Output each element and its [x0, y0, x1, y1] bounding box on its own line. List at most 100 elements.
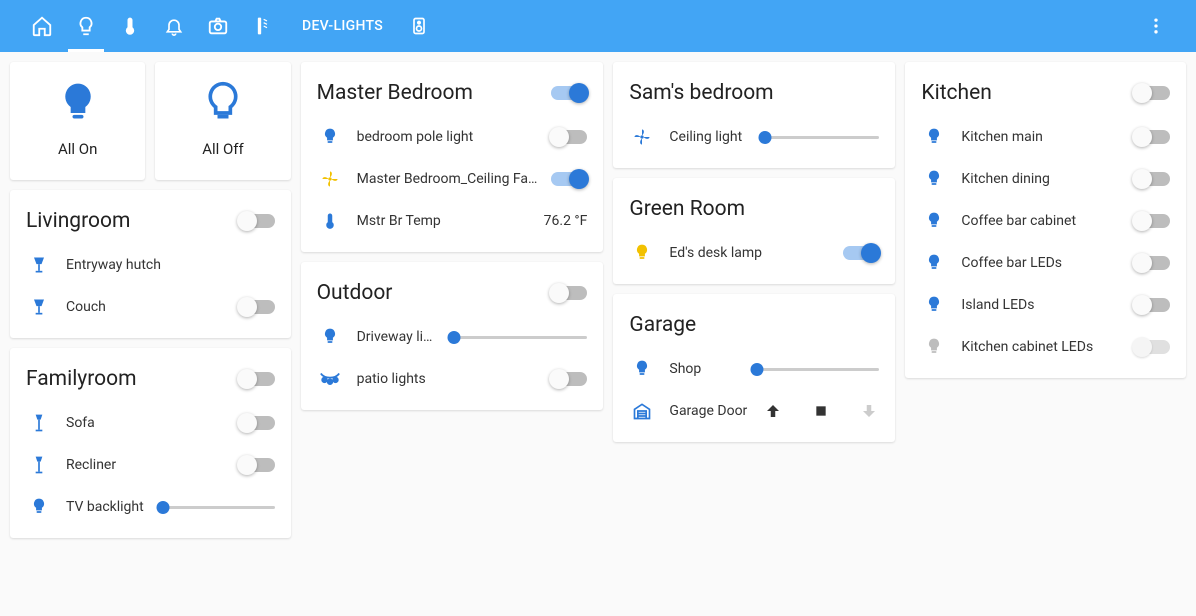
column-4: Kitchen Kitchen main Kitchen dining Coff…: [905, 62, 1186, 538]
entity-toggle[interactable]: [843, 246, 879, 260]
header-tab-label[interactable]: DEV-LIGHTS: [302, 18, 383, 34]
nav-speaker-icon[interactable]: [397, 0, 441, 52]
entity-toggle[interactable]: [239, 416, 275, 430]
cover-stop-button[interactable]: [811, 401, 831, 421]
entity-label: Master Bedroom_Ceiling Fa…: [357, 171, 538, 187]
entity-row: Coffee bar LEDs: [921, 242, 1170, 284]
column-2: Master Bedroom bedroom pole light Master…: [301, 62, 604, 538]
entity-label: TV backlight: [66, 499, 144, 515]
bulb-icon[interactable]: [921, 337, 947, 357]
scene-label: All Off: [202, 140, 244, 158]
group-toggle[interactable]: [1134, 86, 1170, 100]
entity-label: Kitchen main: [961, 129, 1120, 145]
scene-all-off[interactable]: All Off: [155, 62, 290, 180]
entity-row: Sofa: [26, 402, 275, 444]
nav-lights-icon[interactable]: [64, 0, 108, 52]
entity-row: Driveway lig…: [317, 316, 588, 358]
entity-label: Recliner: [66, 457, 225, 473]
entity-row: Shop: [629, 348, 879, 390]
app-header: DEV-LIGHTS: [0, 0, 1196, 52]
entity-toggle[interactable]: [1134, 172, 1170, 186]
brightness-slider[interactable]: [449, 328, 588, 346]
entity-toggle[interactable]: [551, 172, 587, 186]
card-title: Garage: [629, 313, 879, 337]
bulb-icon[interactable]: [629, 243, 655, 263]
bulb-icon[interactable]: [921, 211, 947, 231]
fan-icon[interactable]: [317, 169, 343, 189]
card-kitchen: Kitchen Kitchen main Kitchen dining Coff…: [905, 62, 1186, 378]
bulb-icon[interactable]: [921, 169, 947, 189]
brightness-slider[interactable]: [753, 360, 879, 378]
nav-thermo-icon[interactable]: [108, 0, 152, 52]
column-1: All On All Off Livingroom Entryway hutch…: [10, 62, 291, 538]
entity-toggle[interactable]: [1134, 298, 1170, 312]
nav-home-icon[interactable]: [20, 0, 64, 52]
entity-label: Entryway hutch: [66, 257, 275, 273]
thermometer-icon[interactable]: [317, 212, 343, 230]
bulb-icon[interactable]: [317, 127, 343, 147]
scene-row: All On All Off: [10, 62, 291, 180]
entity-label: Coffee bar LEDs: [961, 255, 1120, 271]
group-toggle[interactable]: [551, 86, 587, 100]
entity-row: Entryway hutch: [26, 244, 275, 286]
entity-row: Kitchen main: [921, 116, 1170, 158]
cover-open-button[interactable]: [763, 401, 783, 421]
entity-row: Couch: [26, 286, 275, 328]
entity-toggle[interactable]: [1134, 256, 1170, 270]
entity-row: patio lights: [317, 358, 588, 400]
entity-label: Driveway lig…: [357, 329, 435, 345]
card-title: Green Room: [629, 197, 879, 221]
nav-camera-icon[interactable]: [196, 0, 240, 52]
bulb-icon[interactable]: [921, 253, 947, 273]
group-toggle[interactable]: [239, 214, 275, 228]
bulb-icon[interactable]: [26, 497, 52, 517]
brightness-slider[interactable]: [158, 498, 275, 516]
group-toggle[interactable]: [551, 286, 587, 300]
floor-lamp-icon[interactable]: [26, 413, 52, 433]
entity-row: TV backlight: [26, 486, 275, 528]
entity-toggle[interactable]: [239, 300, 275, 314]
card-title: Familyroom: [26, 367, 239, 391]
group-toggle[interactable]: [239, 372, 275, 386]
entity-toggle[interactable]: [551, 372, 587, 386]
nav-remote-icon[interactable]: [240, 0, 284, 52]
bulb-icon[interactable]: [629, 359, 655, 379]
overflow-menu-icon[interactable]: [1136, 6, 1176, 46]
fan-icon[interactable]: [629, 127, 655, 147]
entity-toggle[interactable]: [551, 130, 587, 144]
card-livingroom: Livingroom Entryway hutch Couch: [10, 190, 291, 338]
entity-row: Master Bedroom_Ceiling Fa…: [317, 158, 588, 200]
bulb-off-icon: [201, 80, 245, 124]
entity-toggle[interactable]: [1134, 340, 1170, 354]
entity-label: patio lights: [357, 371, 538, 387]
bulb-on-icon: [56, 80, 100, 124]
entity-label: Kitchen cabinet LEDs: [961, 339, 1120, 355]
nav-bell-icon[interactable]: [152, 0, 196, 52]
scene-label: All On: [58, 140, 97, 158]
card-sams-bedroom: Sam's bedroom Ceiling light: [613, 62, 895, 168]
entity-row: Mstr Br Temp 76.2 °F: [317, 200, 588, 242]
scene-all-on[interactable]: All On: [10, 62, 145, 180]
string-lights-icon[interactable]: [317, 369, 343, 389]
bulb-icon[interactable]: [921, 127, 947, 147]
card-title: Kitchen: [921, 81, 1134, 105]
entity-toggle[interactable]: [1134, 130, 1170, 144]
card-green-room: Green Room Ed's desk lamp: [613, 178, 895, 284]
entity-label: Kitchen dining: [961, 171, 1120, 187]
garage-icon[interactable]: [629, 401, 655, 421]
floor-lamp-icon[interactable]: [26, 455, 52, 475]
card-master-bedroom: Master Bedroom bedroom pole light Master…: [301, 62, 604, 252]
entity-label: Shop: [669, 361, 739, 377]
lamp-icon[interactable]: [26, 297, 52, 317]
entity-label: Mstr Br Temp: [357, 213, 530, 229]
cover-close-button[interactable]: [859, 401, 879, 421]
card-title: Sam's bedroom: [629, 81, 879, 105]
bulb-icon[interactable]: [921, 295, 947, 315]
bulb-icon[interactable]: [317, 327, 343, 347]
entity-label: Ed's desk lamp: [669, 245, 829, 261]
lamp-icon[interactable]: [26, 255, 52, 275]
brightness-slider[interactable]: [761, 128, 879, 146]
entity-toggle[interactable]: [239, 458, 275, 472]
entity-toggle[interactable]: [1134, 214, 1170, 228]
entity-label: Island LEDs: [961, 297, 1120, 313]
